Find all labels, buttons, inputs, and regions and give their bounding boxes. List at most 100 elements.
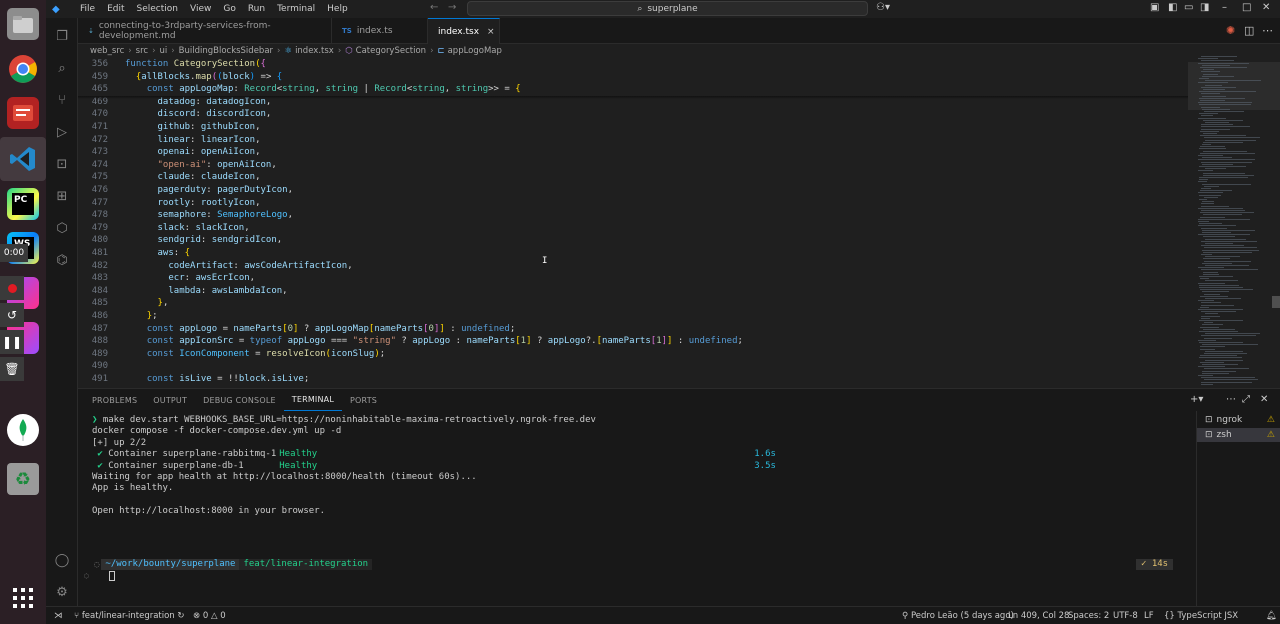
git-blame-status[interactable]: ⚲ Pedro Leão (5 days ago) xyxy=(902,611,1014,621)
vscode-app-icon[interactable] xyxy=(7,143,39,175)
record-pause-icon[interactable]: ❚❚ xyxy=(0,330,24,354)
close-panel-icon[interactable]: ✕ xyxy=(1260,394,1268,405)
menu-view[interactable]: View xyxy=(184,4,217,14)
maximize-panel-icon[interactable]: ⤢ xyxy=(1242,394,1250,405)
minimap-line xyxy=(1201,227,1227,229)
menu-terminal[interactable]: Terminal xyxy=(271,4,321,14)
pycharm-app-icon[interactable]: PC xyxy=(7,188,39,220)
breadcrumb-item[interactable]: src xyxy=(136,46,148,56)
breadcrumb-item[interactable]: web_src xyxy=(90,46,124,56)
breadcrumb-item[interactable]: index.tsx xyxy=(295,46,334,56)
minimize-icon[interactable]: – xyxy=(1222,2,1227,13)
mongodb-compass-icon[interactable] xyxy=(7,414,39,446)
remote-explorer-icon[interactable]: ⊡ xyxy=(54,156,70,172)
activity-bar: ❐ ⌕ ⑂ ▷ ⊡ ⊞ ⬡ ⌬ ◯ ⚙ xyxy=(46,18,78,606)
line-text: Waiting for app health at http://localho… xyxy=(92,472,477,482)
indentation-status[interactable]: Spaces: 2 xyxy=(1068,611,1109,621)
line-number: 356 xyxy=(91,59,108,69)
split-editor-icon[interactable]: ◫ xyxy=(1244,24,1254,37)
problems-status[interactable]: ⊗ 0 △ 0 xyxy=(193,611,226,621)
minimap-line xyxy=(1198,225,1236,227)
app-center-icon[interactable] xyxy=(7,97,39,129)
toggle-panel-icon[interactable]: ▭ xyxy=(1184,2,1193,13)
minimap-line xyxy=(1200,355,1237,357)
breadcrumb-item[interactable]: ui xyxy=(159,46,167,56)
tab-output[interactable]: OUTPUT xyxy=(145,389,195,411)
menu-edit[interactable]: Edit xyxy=(101,4,130,14)
record-stop-icon[interactable] xyxy=(0,276,24,300)
search-view-icon[interactable]: ⌕ xyxy=(54,60,70,76)
minimap-line xyxy=(1200,295,1228,297)
minimap-line xyxy=(1202,249,1259,251)
extensions-icon[interactable]: ⊞ xyxy=(54,188,70,204)
toggle-secondary-sidebar-icon[interactable]: ◨ xyxy=(1200,2,1209,13)
scrollbar-thumb[interactable] xyxy=(1272,296,1280,308)
maximize-icon[interactable]: □ xyxy=(1242,2,1251,13)
breadcrumb-item[interactable]: appLogoMap xyxy=(448,46,502,56)
copilot-edits-icon[interactable]: ✺ xyxy=(1226,24,1235,37)
new-terminal-icon[interactable]: +▾ xyxy=(1190,394,1203,405)
docker-icon[interactable]: ⬡ xyxy=(54,220,70,236)
braces-icon: {} xyxy=(1164,611,1178,621)
terminal-line: Open http://localhost:8000 in your brows… xyxy=(92,506,325,517)
minimap-line xyxy=(1198,207,1243,209)
code-line: 480 sendgrid: sendgridIcon, xyxy=(78,234,1188,247)
tsx-file-icon: ⚛ xyxy=(284,46,293,56)
tab-terminal[interactable]: TERMINAL xyxy=(283,389,343,411)
close-window-icon[interactable]: ✕ xyxy=(1262,2,1270,13)
terminal-item-ngrok[interactable]: ⊡ ngrok ⚠ xyxy=(1197,413,1280,427)
tab-index-tsx[interactable]: index.tsx × xyxy=(428,18,500,44)
minimap-line xyxy=(1200,152,1255,154)
encoding-status[interactable]: UTF-8 xyxy=(1113,611,1138,621)
accounts-icon[interactable]: ◯ xyxy=(54,552,70,568)
breadcrumb-item[interactable]: CategorySection xyxy=(356,46,426,56)
minimap-line xyxy=(1202,201,1214,203)
toggle-sidebar-icon[interactable]: ◧ xyxy=(1168,2,1177,13)
code-editor[interactable]: 356 function CategorySection({459 {allBlo… xyxy=(78,58,1188,388)
terminal-output[interactable]: ❯ make dev.start WEBHOOKS_BASE_URL=https… xyxy=(84,415,1182,605)
symbol-function-icon: ⬡ xyxy=(345,46,353,56)
tab-markdown-file[interactable]: ⇣ connecting-to-3rdparty-services-from-d… xyxy=(78,18,332,44)
menu-selection[interactable]: Selection xyxy=(131,4,184,14)
menu-run[interactable]: Run xyxy=(242,4,271,14)
cursor-position[interactable]: Ln 409, Col 28 xyxy=(1008,611,1069,621)
copilot-icon[interactable]: ⚇▾ xyxy=(876,2,890,13)
nav-forward-icon[interactable]: → xyxy=(448,2,456,13)
minimap-line xyxy=(1201,245,1244,247)
menu-file[interactable]: File xyxy=(74,4,101,14)
python-icon[interactable]: ⌬ xyxy=(54,252,70,268)
git-branch-status[interactable]: ⑂ feat/linear-integration ↻ xyxy=(74,611,185,621)
close-tab-icon[interactable]: × xyxy=(487,27,495,37)
nav-back-icon[interactable]: ← xyxy=(430,2,438,13)
remote-indicator-icon[interactable]: ⋊ xyxy=(54,611,63,621)
language-status[interactable]: {} TypeScript JSX xyxy=(1164,611,1238,621)
menu-go[interactable]: Go xyxy=(217,4,241,14)
tab-problems[interactable]: PROBLEMS xyxy=(84,389,145,411)
breadcrumb-item[interactable]: BuildingBlocksSidebar xyxy=(179,46,273,56)
minimap-line xyxy=(1198,155,1223,156)
record-delete-icon[interactable]: 🗑 xyxy=(0,357,24,381)
menu-help[interactable]: Help xyxy=(321,4,354,14)
app-grid-icon[interactable] xyxy=(7,582,39,614)
eol-status[interactable]: LF xyxy=(1144,611,1154,621)
files-app-icon[interactable] xyxy=(7,8,39,40)
source-control-icon[interactable]: ⑂ xyxy=(54,92,70,108)
record-restart-icon[interactable]: ↺ xyxy=(0,303,24,327)
layout-customize-icon[interactable]: ▣ xyxy=(1150,2,1159,13)
minimap-line xyxy=(1198,218,1250,220)
tab-debug-console[interactable]: DEBUG CONSOLE xyxy=(195,389,284,411)
more-actions-icon[interactable]: ⋯ xyxy=(1226,394,1236,405)
command-center-search[interactable]: ⌕ superplane xyxy=(467,1,868,16)
minimap[interactable] xyxy=(1188,44,1280,388)
manage-gear-icon[interactable]: ⚙ xyxy=(54,584,70,600)
run-debug-icon[interactable]: ▷ xyxy=(54,124,70,140)
tab-index-ts[interactable]: TS index.ts xyxy=(332,18,428,44)
minimap-line xyxy=(1203,271,1218,273)
more-actions-icon[interactable]: ⋯ xyxy=(1262,24,1273,37)
explorer-icon[interactable]: ❐ xyxy=(54,28,70,44)
trash-icon[interactable]: ♻ xyxy=(7,463,39,495)
notifications-bell-icon[interactable]: 🔔︎ xyxy=(1266,611,1277,621)
tab-ports[interactable]: PORTS xyxy=(342,389,385,411)
terminal-item-zsh[interactable]: ⊡ zsh ⚠ xyxy=(1197,428,1280,442)
chrome-app-icon[interactable] xyxy=(7,53,39,85)
